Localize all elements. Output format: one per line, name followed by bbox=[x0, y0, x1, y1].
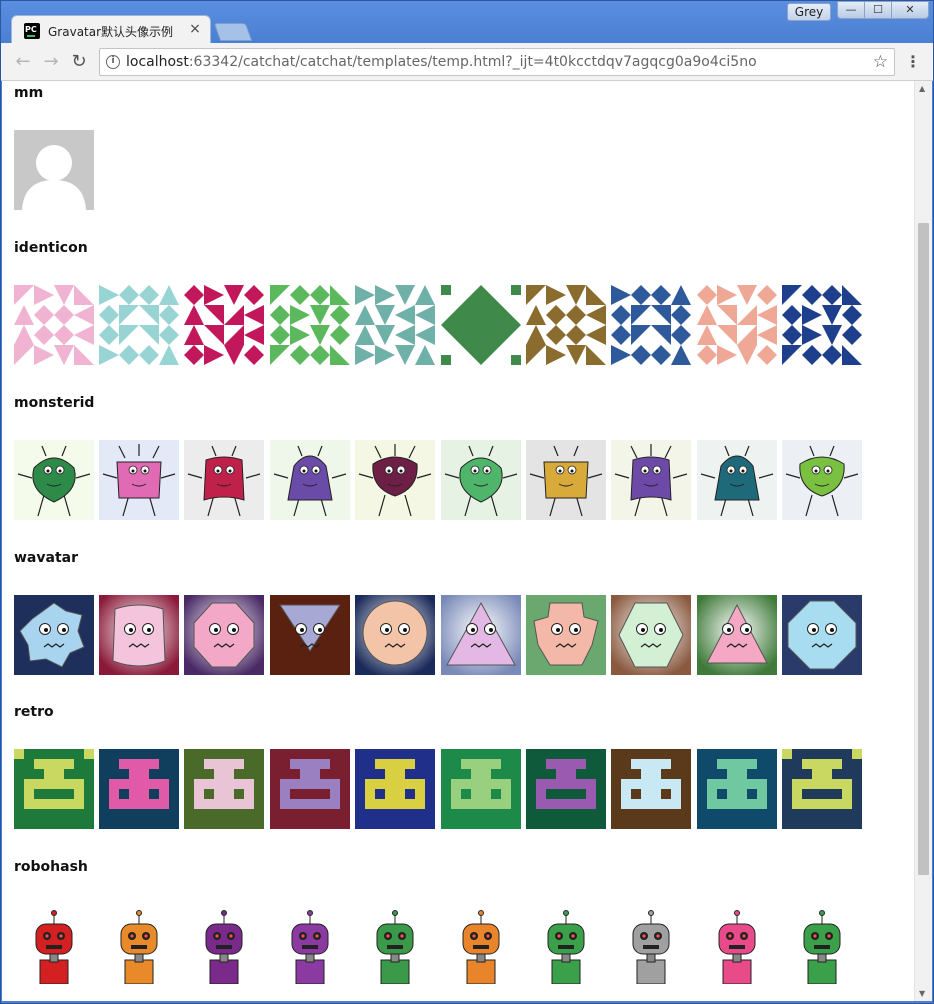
bookmark-star-icon[interactable]: ☆ bbox=[873, 52, 888, 72]
scroll-up-arrow-icon[interactable]: ▲ bbox=[919, 84, 925, 93]
monsterid-avatar-image bbox=[611, 440, 691, 520]
wavatar-avatar-image bbox=[184, 595, 264, 675]
url-host: localhost bbox=[126, 54, 189, 70]
monsterid-avatar-image bbox=[441, 440, 521, 520]
monsterid-avatar-image bbox=[782, 440, 862, 520]
wavatar-avatar-image bbox=[355, 595, 435, 675]
vertical-scrollbar[interactable]: ▲ ▼ bbox=[914, 81, 932, 1001]
title-bar: Gravatar默认头像示例 × Grey — ☐ ✕ bbox=[1, 1, 933, 45]
wavatar-avatar-image bbox=[697, 595, 777, 675]
robohash-avatar-image bbox=[611, 904, 691, 984]
identicon-avatar-image bbox=[697, 285, 777, 365]
wavatar-avatar-image bbox=[270, 595, 350, 675]
tab-title: Gravatar默认头像示例 bbox=[48, 25, 174, 39]
browser-toolbar: ← → ↻ i localhost:63342/catchat/catchat/… bbox=[1, 43, 933, 81]
monsterid-avatar-row bbox=[14, 440, 874, 520]
scroll-down-arrow-icon[interactable]: ▼ bbox=[919, 989, 925, 998]
section-retro: retro bbox=[14, 704, 862, 829]
robohash-avatar-image bbox=[355, 904, 435, 984]
wavatar-avatar-image bbox=[526, 595, 606, 675]
section-title-wavatar: wavatar bbox=[14, 550, 78, 566]
robohash-avatar-image bbox=[782, 904, 862, 984]
retro-avatar-image bbox=[14, 749, 94, 829]
monsterid-avatar-image bbox=[697, 440, 777, 520]
minimize-button[interactable]: — bbox=[837, 1, 865, 19]
new-tab-button[interactable] bbox=[213, 23, 253, 41]
retro-avatar-image bbox=[355, 749, 435, 829]
page-viewport: mm identicon monsterid wavatar retro robohash… bbox=[2, 81, 932, 1001]
section-robohash: robohash bbox=[14, 859, 862, 984]
maximize-button[interactable]: ☐ bbox=[864, 1, 892, 19]
close-window-button[interactable]: ✕ bbox=[891, 1, 929, 19]
robohash-avatar-image bbox=[526, 904, 606, 984]
monsterid-avatar-image bbox=[526, 440, 606, 520]
identicon-avatar-image bbox=[355, 285, 435, 365]
mm-avatar-image bbox=[14, 130, 94, 210]
identicon-avatar-image bbox=[782, 285, 862, 365]
identicon-avatar-image bbox=[526, 285, 606, 365]
identicon-avatar-image bbox=[270, 285, 350, 365]
retro-avatar-image bbox=[782, 749, 862, 829]
retro-avatar-image bbox=[270, 749, 350, 829]
section-title-identicon: identicon bbox=[14, 240, 88, 256]
robohash-avatar-image bbox=[270, 904, 350, 984]
identicon-avatar-image bbox=[441, 285, 521, 365]
retro-avatar-image bbox=[99, 749, 179, 829]
monsterid-avatar-image bbox=[355, 440, 435, 520]
wavatar-avatar-image bbox=[611, 595, 691, 675]
reload-icon[interactable]: ↻ bbox=[69, 52, 89, 72]
section-title-monsterid: monsterid bbox=[14, 395, 95, 411]
section-title-retro: retro bbox=[14, 704, 54, 720]
info-icon[interactable]: i bbox=[106, 55, 120, 69]
robohash-avatar-image bbox=[14, 904, 94, 984]
retro-avatar-image bbox=[184, 749, 264, 829]
wavatar-avatar-image bbox=[782, 595, 862, 675]
url-text[interactable]: localhost:63342/catchat/catchat/template… bbox=[126, 54, 757, 70]
monsterid-avatar-image bbox=[270, 440, 350, 520]
robohash-avatar-image bbox=[697, 904, 777, 984]
section-monsterid: monsterid bbox=[14, 395, 862, 520]
browser-window: Gravatar默认头像示例 × Grey — ☐ ✕ ← → ↻ i loca… bbox=[0, 0, 934, 1004]
address-bar[interactable]: i localhost:63342/catchat/catchat/templa… bbox=[99, 48, 895, 76]
section-title-mm: mm bbox=[14, 85, 44, 101]
monsterid-avatar-image bbox=[184, 440, 264, 520]
wavatar-avatar-row bbox=[14, 595, 874, 675]
identicon-avatar-image bbox=[611, 285, 691, 365]
identicon-avatar-image bbox=[184, 285, 264, 365]
retro-avatar-image bbox=[526, 749, 606, 829]
wavatar-avatar-image bbox=[14, 595, 94, 675]
tab-close-icon[interactable]: × bbox=[188, 21, 202, 37]
forward-arrow-icon[interactable]: → bbox=[41, 52, 61, 72]
robohash-avatar-image bbox=[441, 904, 521, 984]
scrollbar-thumb[interactable] bbox=[918, 223, 929, 875]
retro-avatar-image bbox=[697, 749, 777, 829]
robohash-avatar-image bbox=[99, 904, 179, 984]
monsterid-avatar-image bbox=[14, 440, 94, 520]
retro-avatar-row bbox=[14, 749, 874, 829]
mm-avatar-row bbox=[14, 130, 874, 210]
pycharm-favicon-icon bbox=[24, 23, 40, 39]
section-identicon: identicon bbox=[14, 240, 862, 365]
wavatar-avatar-image bbox=[441, 595, 521, 675]
identicon-avatar-row bbox=[14, 285, 874, 365]
url-path: :63342/catchat/catchat/templates/temp.ht… bbox=[188, 54, 757, 70]
profile-badge[interactable]: Grey bbox=[787, 3, 831, 21]
section-mm: mm bbox=[14, 85, 94, 210]
back-arrow-icon[interactable]: ← bbox=[13, 52, 33, 72]
robohash-avatar-image bbox=[184, 904, 264, 984]
retro-avatar-image bbox=[441, 749, 521, 829]
identicon-avatar-image bbox=[99, 285, 179, 365]
section-wavatar: wavatar bbox=[14, 550, 862, 675]
retro-avatar-image bbox=[611, 749, 691, 829]
menu-dots-icon[interactable]: ⋮ bbox=[905, 52, 921, 72]
wavatar-avatar-image bbox=[99, 595, 179, 675]
identicon-avatar-image bbox=[14, 285, 94, 365]
section-title-robohash: robohash bbox=[14, 859, 88, 875]
browser-tab[interactable]: Gravatar默认头像示例 × bbox=[11, 15, 211, 45]
robohash-avatar-row bbox=[14, 904, 874, 984]
monsterid-avatar-image bbox=[99, 440, 179, 520]
